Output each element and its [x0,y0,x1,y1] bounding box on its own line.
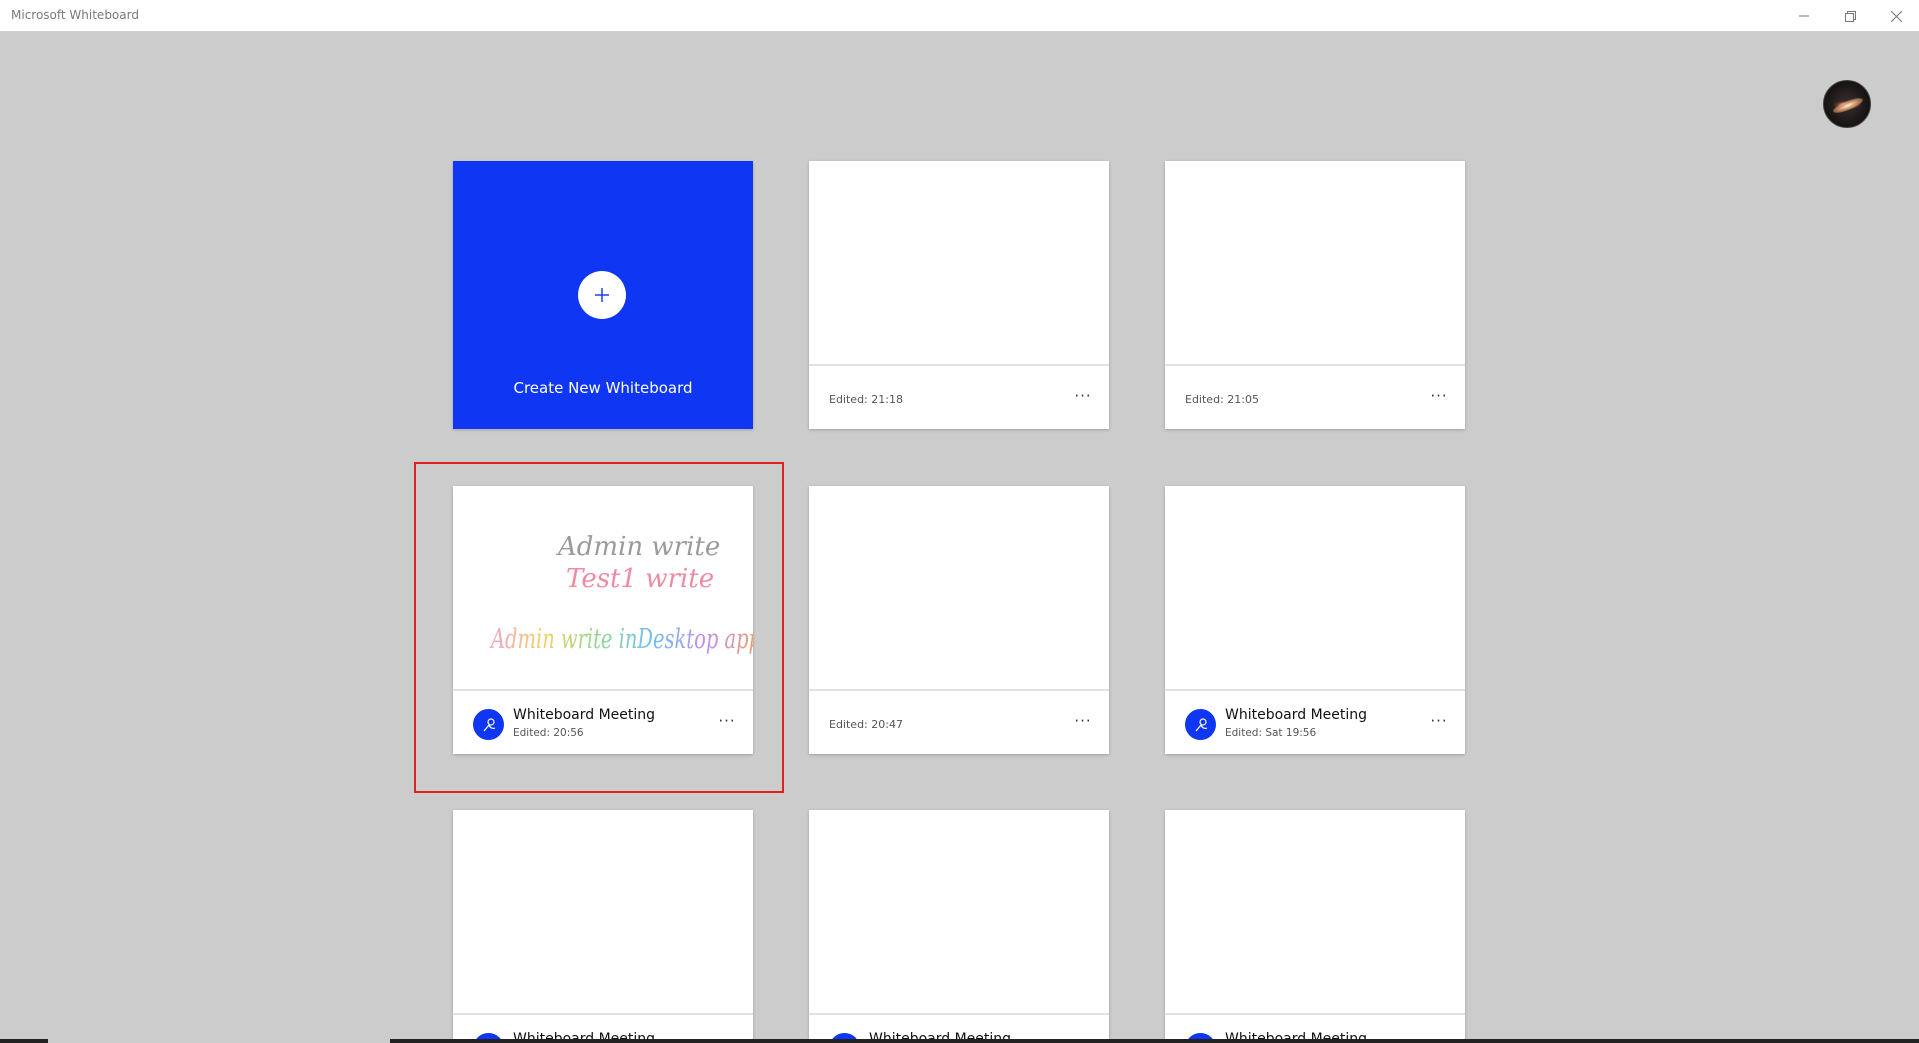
more-options-button[interactable]: ··· [1069,707,1097,735]
whiteboard-preview[interactable] [809,486,1109,689]
whiteboard-preview[interactable] [1165,486,1465,689]
whiteboard-preview[interactable] [1165,161,1465,364]
plus-icon [578,271,626,319]
whiteboard-preview[interactable] [453,810,753,1013]
card-footer: Edited: 20:47 ··· [809,689,1109,754]
card-footer: Edited: 21:05 ··· [1165,364,1465,429]
card-footer: Whiteboard Meeting Edited: Sat 19:56 ··· [1165,689,1465,754]
more-options-button[interactable]: ··· [1069,382,1097,410]
edited-time: Edited: 21:18 [829,393,903,406]
edited-time: Edited: Sat 19:56 [1225,727,1317,739]
whiteboard-card[interactable]: Edited: 21:05 ··· [1165,161,1465,429]
edited-time: Edited: 21:05 [1185,393,1259,406]
user-avatar[interactable] [1823,80,1871,128]
create-new-whiteboard-button[interactable]: Create New Whiteboard [453,161,753,429]
whiteboard-card[interactable]: Edited: 21:18 ··· [809,161,1109,429]
more-options-button[interactable]: ··· [1425,707,1453,735]
bottom-bar-segment [390,1039,1919,1043]
whiteboard-preview[interactable] [809,810,1109,1013]
whiteboard-card[interactable]: Whiteboard Meeting Edited: Sat 19:56 ··· [1165,486,1465,754]
close-button[interactable] [1873,0,1919,32]
more-options-button[interactable]: ··· [1425,382,1453,410]
selection-highlight [414,462,784,793]
create-new-whiteboard-label: Create New Whiteboard [513,379,693,397]
title-bar: Microsoft Whiteboard [0,0,1919,32]
minimize-button[interactable] [1781,0,1827,32]
whiteboard-card[interactable]: Whiteboard Meeting [809,810,1109,1043]
app-title: Microsoft Whiteboard [11,8,139,22]
whiteboard-preview[interactable] [1165,810,1465,1013]
whiteboard-card[interactable]: Edited: 20:47 ··· [809,486,1109,754]
whiteboard-preview[interactable] [809,161,1109,364]
close-icon [1890,10,1902,22]
restore-button[interactable] [1827,0,1873,32]
card-footer: Edited: 21:18 ··· [809,364,1109,429]
whiteboard-card[interactable]: Whiteboard Meeting [453,810,753,1043]
minimize-icon [1799,15,1809,17]
restore-icon [1844,10,1856,22]
shared-meeting-icon [1185,709,1216,740]
edited-time: Edited: 20:47 [829,718,903,731]
whiteboard-card[interactable]: Whiteboard Meeting [1165,810,1465,1043]
bottom-bar-segment [0,1039,48,1043]
whiteboard-title: Whiteboard Meeting [1225,707,1368,723]
galaxy-avatar-icon [1831,95,1865,116]
